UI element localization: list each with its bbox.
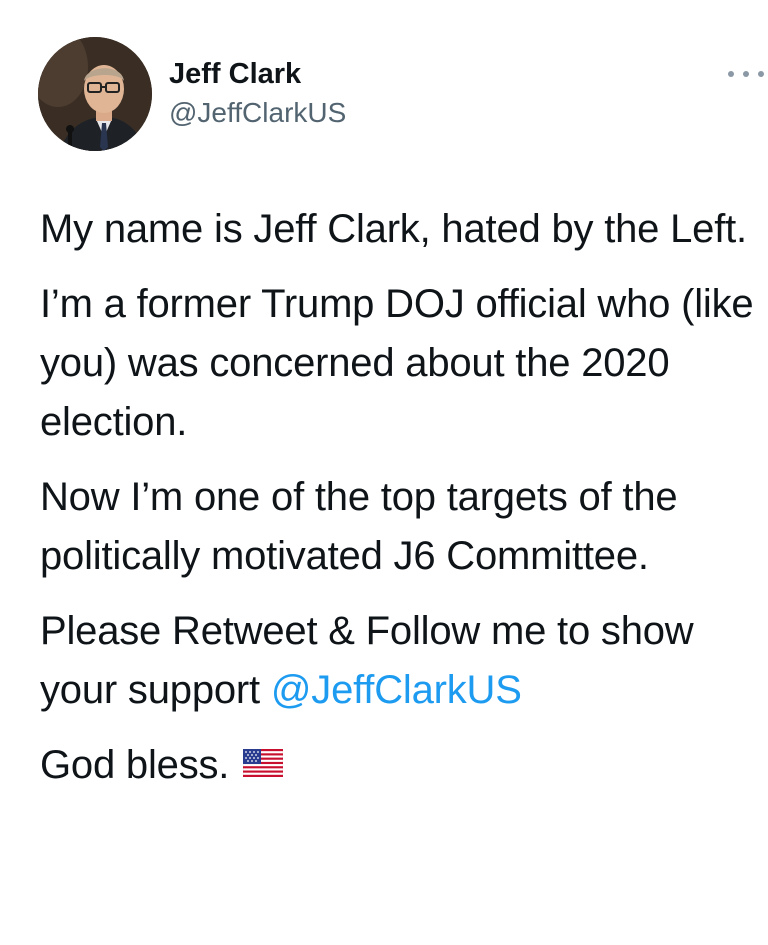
dot — [758, 71, 764, 77]
mention-link[interactable]: @JeffClarkUS — [271, 668, 522, 712]
us-flag-icon — [242, 735, 284, 794]
tweet-paragraph: I’m a former Trump DOJ official who (lik… — [40, 282, 754, 444]
avatar[interactable] — [38, 37, 152, 151]
tweet-paragraph-text: God bless. — [40, 743, 230, 787]
tweet-paragraph: God bless. — [40, 736, 758, 795]
dot — [743, 71, 749, 77]
tweet-paragraph: My name is Jeff Clark, hated by the Left… — [40, 207, 747, 251]
tweet-paragraph: Please Retweet & Follow me to show your … — [40, 602, 758, 720]
more-horizontal-icon[interactable] — [728, 62, 764, 86]
profile-photo-icon — [38, 37, 152, 151]
author-display-name[interactable]: Jeff Clark — [169, 56, 301, 92]
tweet-paragraph: Now I’m one of the top targets of the po… — [40, 475, 678, 578]
dot — [728, 71, 734, 77]
author-handle[interactable]: @JeffClarkUS — [169, 95, 346, 131]
tweet-card: Jeff Clark @JeffClarkUS My name is Jeff … — [0, 0, 768, 945]
tweet-text: My name is Jeff Clark, hated by the Left… — [40, 200, 758, 811]
